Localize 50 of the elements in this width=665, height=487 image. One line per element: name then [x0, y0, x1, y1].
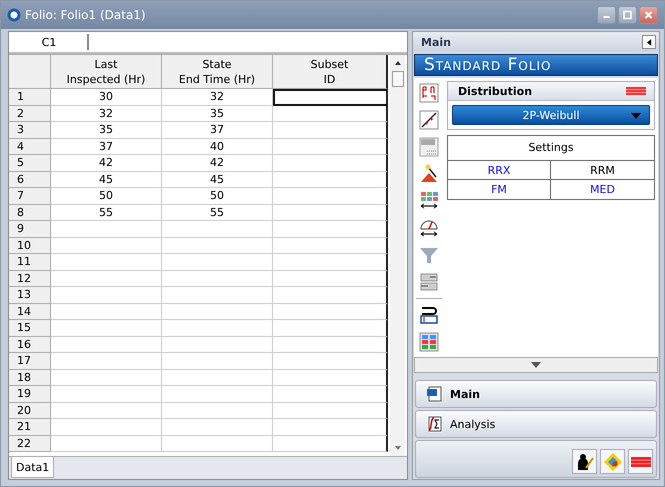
table-cell: 45	[51, 172, 162, 188]
column-header: Subset ID	[273, 55, 388, 89]
window-title: Folio: Folio1 (Data1)	[25, 8, 146, 22]
table-cell: 40	[162, 138, 273, 155]
row-header: 16	[9, 336, 51, 353]
row-header: 22	[9, 436, 51, 452]
row-header: 9	[9, 221, 51, 238]
row-header: 19	[9, 386, 51, 402]
method-option[interactable]: RRX	[448, 161, 551, 180]
sheet-tab[interactable]: Data1	[11, 457, 54, 478]
row-header: 17	[9, 353, 51, 370]
table-cell: 55	[51, 204, 162, 221]
table-cell: 42	[162, 155, 273, 172]
row-header: 7	[9, 188, 51, 204]
section-title: Distribution	[458, 84, 532, 98]
row-header: 11	[9, 254, 51, 270]
row-header: 3	[9, 122, 51, 138]
row-header: 2	[9, 106, 51, 122]
nav-bar[interactable]: Analysis	[415, 410, 657, 438]
table-cell: 45	[162, 172, 273, 188]
row-header: 15	[9, 320, 51, 336]
row-header: 10	[9, 238, 51, 254]
table-cell: 42	[51, 155, 162, 172]
row-header: 12	[9, 270, 51, 287]
nav-bar[interactable]: Main	[415, 380, 657, 408]
table-cell: 37	[162, 122, 273, 138]
row-header: 21	[9, 419, 51, 436]
row-header: 14	[9, 304, 51, 320]
folio-banner: Standard Folio	[414, 54, 658, 76]
row-header: 1	[9, 89, 51, 106]
row-header: 8	[9, 204, 51, 221]
row-header: 20	[9, 402, 51, 419]
row-header: 5	[9, 155, 51, 172]
table-cell: 35	[51, 122, 162, 138]
column-header: State End Time (Hr)	[162, 55, 273, 89]
panel-title: Main	[421, 36, 451, 48]
distribution-dropdown[interactable]: 2P-Weibull	[452, 105, 650, 125]
table-cell: 37	[51, 138, 162, 155]
table-cell: 55	[162, 204, 273, 221]
row-header: 4	[9, 138, 51, 155]
table-cell: 32	[162, 89, 273, 106]
row-header: 18	[9, 370, 51, 386]
row-header: 13	[9, 287, 51, 304]
column-header: Last Inspected (Hr)	[51, 55, 162, 89]
table-cell: 35	[162, 106, 273, 122]
table-cell: 50	[162, 188, 273, 204]
table-cell: 32	[51, 106, 162, 122]
table-cell: 50	[51, 188, 162, 204]
row-header: 6	[9, 172, 51, 188]
table-cell: 30	[51, 89, 162, 106]
